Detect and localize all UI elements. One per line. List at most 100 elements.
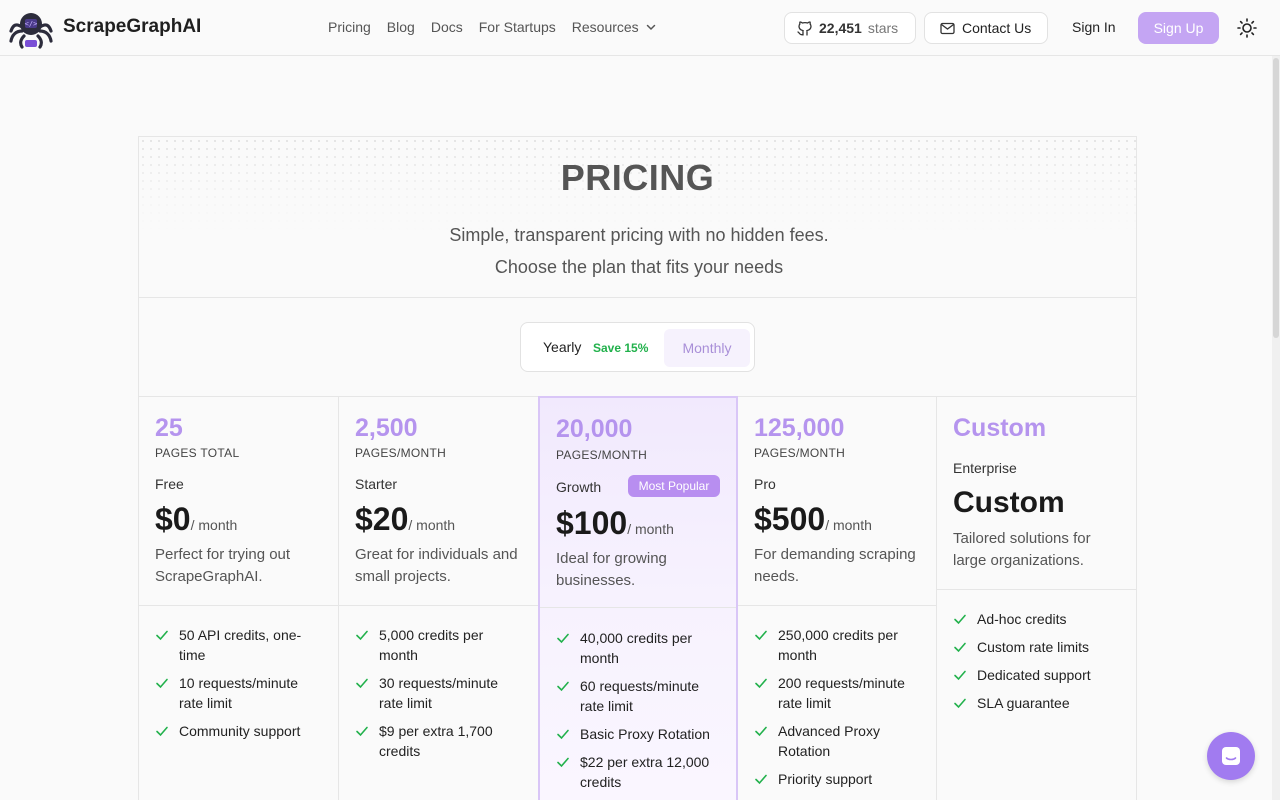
contact-us-label: Contact Us bbox=[962, 20, 1032, 36]
chat-icon bbox=[1222, 747, 1240, 765]
check-icon bbox=[356, 726, 368, 737]
chat-support-button[interactable] bbox=[1207, 732, 1255, 780]
plan-price: $100/ month bbox=[556, 505, 674, 541]
check-icon bbox=[755, 678, 767, 689]
check-icon bbox=[954, 642, 966, 653]
feature-item: $9 per extra 1,700 credits bbox=[355, 721, 525, 761]
feature-item: Advanced Proxy Rotation bbox=[754, 721, 924, 761]
check-icon bbox=[356, 678, 368, 689]
feature-item: Dedicated support bbox=[953, 665, 1123, 685]
check-icon bbox=[356, 630, 368, 641]
page-title: PRICING bbox=[560, 157, 715, 198]
feature-item: 5,000 credits per month bbox=[355, 625, 525, 665]
nav-link-pricing[interactable]: Pricing bbox=[328, 19, 371, 35]
plan-card-enterprise: Custom Enterprise Custom Tailored soluti… bbox=[937, 397, 1136, 800]
feature-item: Ad-hoc credits bbox=[953, 609, 1123, 629]
feature-item: 10 requests/minute rate limit bbox=[155, 673, 325, 713]
plans-grid: 25 PAGES TOTAL Free $0/ month Perfect fo… bbox=[138, 396, 1137, 800]
plan-name: Free bbox=[155, 476, 184, 492]
sign-in-button[interactable]: Sign In bbox=[1072, 19, 1116, 35]
main-nav-links: Pricing Blog Docs For Startups Resources bbox=[328, 19, 657, 35]
feature-item: 50 API credits, one-time bbox=[155, 625, 325, 665]
check-icon bbox=[954, 670, 966, 681]
feature-item: Priority support bbox=[754, 769, 924, 789]
feature-item: $22 per extra 12,000 credits bbox=[556, 752, 726, 792]
plan-features: 40,000 credits per month 60 requests/min… bbox=[556, 628, 726, 800]
check-icon bbox=[954, 614, 966, 625]
check-icon bbox=[755, 726, 767, 737]
feature-item: 250,000 credits per month bbox=[754, 625, 924, 665]
plan-page-unit: PAGES/MONTH bbox=[355, 446, 447, 460]
plan-features: 250,000 credits per month 200 requests/m… bbox=[754, 625, 924, 797]
page-subtitle: Simple, transparent pricing with no hidd… bbox=[449, 225, 829, 277]
plan-description: For demanding scraping needs. bbox=[754, 546, 916, 585]
check-icon bbox=[557, 633, 569, 644]
plan-features: 50 API credits, one-time 10 requests/min… bbox=[155, 625, 325, 749]
plan-description: Ideal for growing businesses. bbox=[556, 550, 667, 589]
feature-item: 30 requests/minute rate limit bbox=[355, 673, 525, 713]
nav-link-for-startups[interactable]: For Startups bbox=[479, 19, 556, 35]
plan-name: Starter bbox=[355, 476, 398, 492]
plan-card-free: 25 PAGES TOTAL Free $0/ month Perfect fo… bbox=[139, 397, 339, 800]
check-icon bbox=[954, 698, 966, 709]
plan-features: Ad-hoc credits Custom rate limits Dedica… bbox=[953, 609, 1123, 721]
check-icon bbox=[755, 774, 767, 785]
plan-price: $500/ month bbox=[754, 501, 872, 537]
feature-item: Community support bbox=[155, 721, 325, 741]
contact-us-button[interactable]: Contact Us bbox=[924, 12, 1048, 44]
check-icon bbox=[557, 757, 569, 768]
theme-toggle-sun-icon[interactable] bbox=[1236, 17, 1258, 39]
plan-page-count: 2,500 bbox=[355, 414, 418, 442]
nav-resources-dropdown[interactable]: Resources bbox=[572, 19, 657, 35]
plan-card-growth: 20,000 PAGES/MONTH Growth Most Popular $… bbox=[538, 396, 738, 800]
feature-item: 40,000 credits per month bbox=[556, 628, 726, 668]
github-stars-button[interactable]: 22,451 stars bbox=[784, 12, 916, 44]
plan-page-count: Custom bbox=[953, 414, 1047, 442]
scrapegraph-logo-icon[interactable]: </> bbox=[8, 9, 56, 49]
plan-page-unit: PAGES/MONTH bbox=[754, 446, 846, 460]
check-icon bbox=[156, 726, 168, 737]
nav-resources-label: Resources bbox=[571, 19, 639, 35]
mail-icon bbox=[940, 22, 955, 34]
plan-description: Perfect for trying out ScrapeGraphAI. bbox=[155, 546, 291, 585]
plan-page-unit: PAGES/MONTH bbox=[556, 448, 648, 462]
plan-name: Growth bbox=[556, 479, 602, 495]
feature-item: 60 requests/minute rate limit bbox=[556, 676, 726, 716]
toggle-yearly-option[interactable]: Yearly bbox=[543, 339, 581, 355]
svg-text:</>: </> bbox=[25, 20, 38, 28]
sign-up-button[interactable]: Sign Up bbox=[1138, 12, 1219, 44]
check-icon bbox=[156, 678, 168, 689]
billing-period-toggle: Yearly Save 15% Monthly bbox=[520, 322, 755, 372]
nav-link-docs[interactable]: Docs bbox=[431, 19, 463, 35]
most-popular-badge: Most Popular bbox=[628, 475, 720, 497]
plan-description: Great for individuals and small projects… bbox=[355, 546, 518, 585]
plan-price: Custom bbox=[953, 486, 1065, 519]
github-icon bbox=[797, 21, 812, 36]
top-navbar: </> ScrapeGraphAI Pricing Blog Docs For … bbox=[0, 0, 1280, 56]
plan-page-count: 20,000 bbox=[556, 415, 633, 443]
plan-card-pro: 125,000 PAGES/MONTH Pro $500/ month For … bbox=[738, 397, 937, 800]
plan-page-count: 125,000 bbox=[754, 414, 845, 442]
chevron-down-icon bbox=[646, 24, 655, 31]
stars-label: stars bbox=[867, 20, 899, 36]
brand-name[interactable]: ScrapeGraphAI bbox=[63, 16, 201, 38]
save-badge: Save 15% bbox=[593, 341, 649, 355]
stars-count: 22,451 bbox=[819, 20, 862, 36]
toggle-monthly-option[interactable]: Monthly bbox=[664, 329, 750, 367]
check-icon bbox=[557, 681, 569, 692]
plan-price: $20/ month bbox=[355, 501, 456, 537]
plan-card-starter: 2,500 PAGES/MONTH Starter $20/ month Gre… bbox=[339, 397, 539, 800]
plan-description: Tailored solutions for large organizatio… bbox=[953, 530, 1091, 569]
nav-link-blog[interactable]: Blog bbox=[387, 19, 415, 35]
page-scrollbar-thumb[interactable] bbox=[1273, 58, 1279, 338]
pricing-hero: PRICING Simple, transparent pricing with… bbox=[138, 136, 1137, 298]
plan-name: Enterprise bbox=[953, 460, 1017, 476]
check-icon bbox=[755, 630, 767, 641]
feature-item: Custom rate limits bbox=[953, 637, 1123, 657]
check-icon bbox=[156, 630, 168, 641]
feature-item: SLA guarantee bbox=[953, 693, 1123, 713]
feature-item: 200 requests/minute rate limit bbox=[754, 673, 924, 713]
plan-page-count: 25 bbox=[155, 414, 183, 442]
plan-features: 5,000 credits per month 30 requests/minu… bbox=[355, 625, 525, 769]
plan-page-unit: PAGES TOTAL bbox=[155, 446, 240, 460]
